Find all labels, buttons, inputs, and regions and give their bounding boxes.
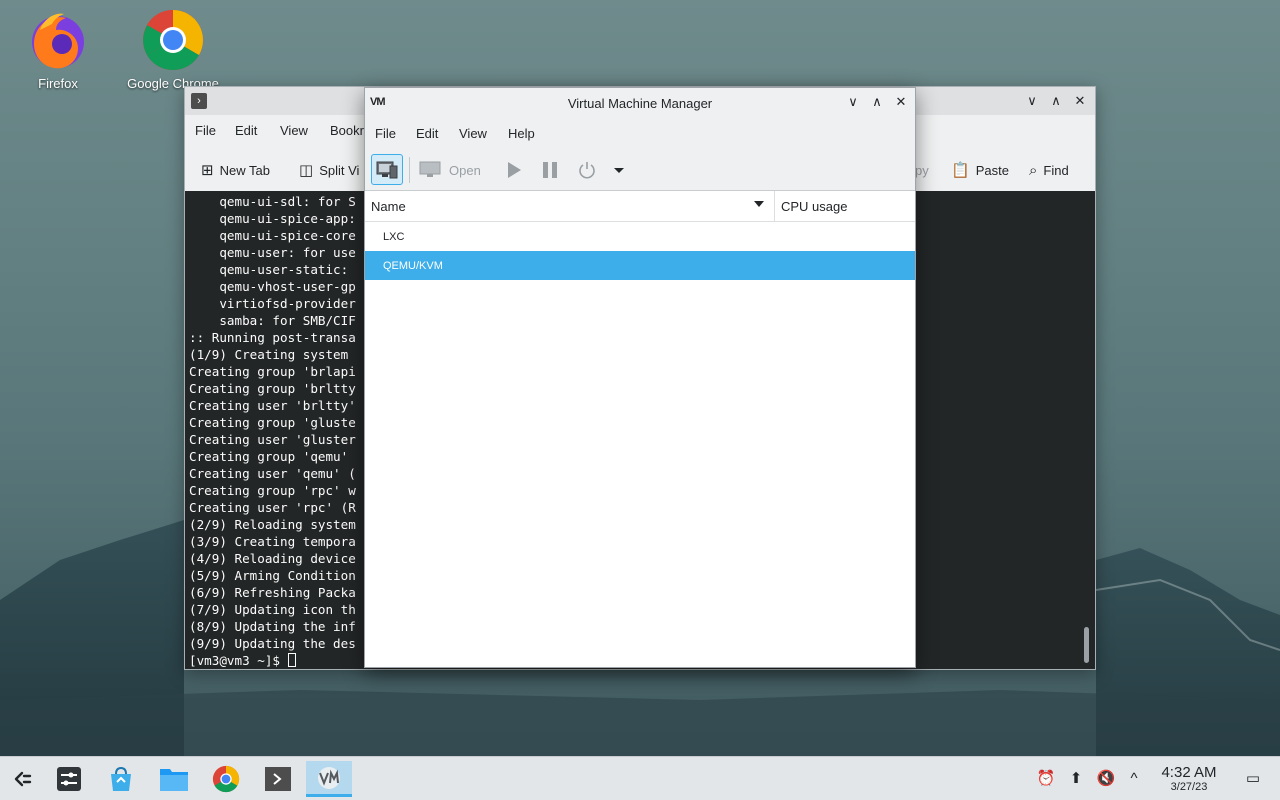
virt-manager-icon [318, 766, 340, 789]
desktop-icon-label: Firefox [38, 76, 78, 91]
vm-list-header: Name CPU usage [365, 191, 915, 222]
konsole-taskbar-button[interactable] [255, 761, 301, 797]
connection-row-qemu-kvm[interactable]: QEMU/KVM [365, 251, 915, 280]
app-launcher-button[interactable] [0, 761, 46, 797]
alarm-icon[interactable]: ⏰ [1036, 769, 1056, 789]
text-cursor [287, 653, 296, 667]
discover-button[interactable] [98, 761, 144, 797]
menu-help[interactable]: Help [508, 126, 535, 141]
chrome-taskbar-button[interactable] [203, 761, 249, 797]
konsole-icon [265, 767, 291, 791]
chrome-icon [212, 765, 240, 793]
taskbar: ⏰ ⬆ 🔇 ^ ▭ [0, 756, 1280, 800]
terminal-icon: › [191, 93, 207, 109]
close-icon[interactable]: ✕ [1071, 92, 1089, 110]
split-view-icon: ◫ [299, 162, 314, 179]
new-tab-button[interactable]: ⊞ New Tab [201, 157, 270, 183]
chrome-icon [143, 9, 204, 71]
menu-file[interactable]: File [375, 126, 396, 141]
search-icon: ⌕ [1029, 161, 1038, 179]
run-button[interactable] [506, 159, 522, 181]
split-view-label: Split Vi [319, 162, 360, 178]
pause-icon [543, 162, 557, 178]
menu-edit[interactable]: Edit [416, 126, 438, 141]
minimize-chevron-icon[interactable]: ∨ [1023, 92, 1041, 110]
updates-icon[interactable]: ⬆ [1066, 769, 1086, 789]
file-manager-icon [160, 769, 188, 791]
menu-view[interactable]: View [459, 126, 487, 141]
power-icon [579, 162, 595, 179]
new-tab-icon: ⊞ [201, 162, 214, 179]
toolbar-separator [409, 157, 410, 183]
vmm-menubar: File Edit View Help [365, 117, 915, 149]
system-settings-icon [57, 767, 81, 791]
vmm-toolbar: Open [365, 149, 915, 191]
virt-manager-taskbar-button[interactable] [306, 761, 352, 797]
show-desktop-icon[interactable]: ▭ [1243, 769, 1263, 789]
play-icon [508, 162, 521, 178]
open-label: Open [449, 162, 481, 178]
clock-time[interactable]: 4:32 AM [1156, 764, 1222, 781]
connection-row-lxc[interactable]: LXC [365, 222, 915, 251]
volume-muted-icon[interactable]: 🔇 [1096, 769, 1116, 789]
new-tab-label: New Tab [219, 162, 270, 178]
shutdown-button[interactable] [578, 159, 596, 181]
app-launcher-icon [14, 771, 32, 787]
minimize-chevron-icon[interactable]: ∨ [844, 93, 862, 111]
paste-label: Paste [975, 162, 1009, 178]
split-view-button[interactable]: ◫ Split Vi [299, 157, 359, 183]
new-vm-button[interactable] [371, 154, 403, 185]
file-manager-button[interactable] [151, 761, 197, 797]
column-cpu-usage[interactable]: CPU usage [781, 199, 847, 214]
column-divider[interactable] [774, 191, 775, 222]
chevron-down-icon[interactable] [754, 201, 764, 207]
menu-bookmarks[interactable]: Bookr [330, 123, 364, 138]
prompt-text: [vm3@vm3 ~]$ [189, 653, 288, 668]
menu-view[interactable]: View [280, 123, 308, 138]
monitor-icon [419, 161, 441, 177]
clock-date[interactable]: 3/27/23 [1156, 781, 1222, 793]
terminal-scrollbar[interactable] [1084, 627, 1089, 663]
copy-button[interactable]: py [915, 157, 929, 183]
connection-label: QEMU/KVM [383, 260, 443, 272]
window-title: Virtual Machine Manager [567, 96, 713, 111]
chevron-up-icon[interactable]: ^ [1124, 769, 1144, 789]
desktop-chrome[interactable]: Google Chrome [118, 8, 228, 91]
find-label: Find [1043, 162, 1069, 178]
paste-button[interactable]: 📋 Paste [951, 157, 1009, 183]
column-name[interactable]: Name [371, 199, 406, 214]
desktop-firefox[interactable]: Firefox [3, 8, 113, 91]
copy-label: py [915, 162, 929, 178]
pause-button[interactable] [542, 159, 558, 181]
shutdown-menu-button[interactable] [613, 159, 625, 181]
find-button[interactable]: ⌕ Find [1029, 157, 1069, 183]
chevron-down-icon [614, 168, 624, 173]
maximize-chevron-icon[interactable]: ∧ [868, 93, 886, 111]
virt-manager-window[interactable]: VM Virtual Machine Manager ∨ ∧ ✕ File Ed… [364, 87, 916, 668]
vmm-titlebar[interactable]: VM Virtual Machine Manager ∨ ∧ ✕ [365, 88, 915, 117]
maximize-chevron-icon[interactable]: ∧ [1047, 92, 1065, 110]
menu-edit[interactable]: Edit [235, 123, 257, 138]
menu-file[interactable]: File [195, 123, 216, 138]
new-vm-icon [376, 161, 398, 179]
connection-label: LXC [383, 231, 405, 243]
paste-icon: 📋 [951, 162, 970, 179]
system-settings-button[interactable] [46, 761, 92, 797]
firefox-icon [32, 13, 84, 69]
close-icon[interactable]: ✕ [892, 93, 910, 111]
discover-store-icon [111, 766, 131, 791]
open-button[interactable]: Open [419, 159, 481, 181]
